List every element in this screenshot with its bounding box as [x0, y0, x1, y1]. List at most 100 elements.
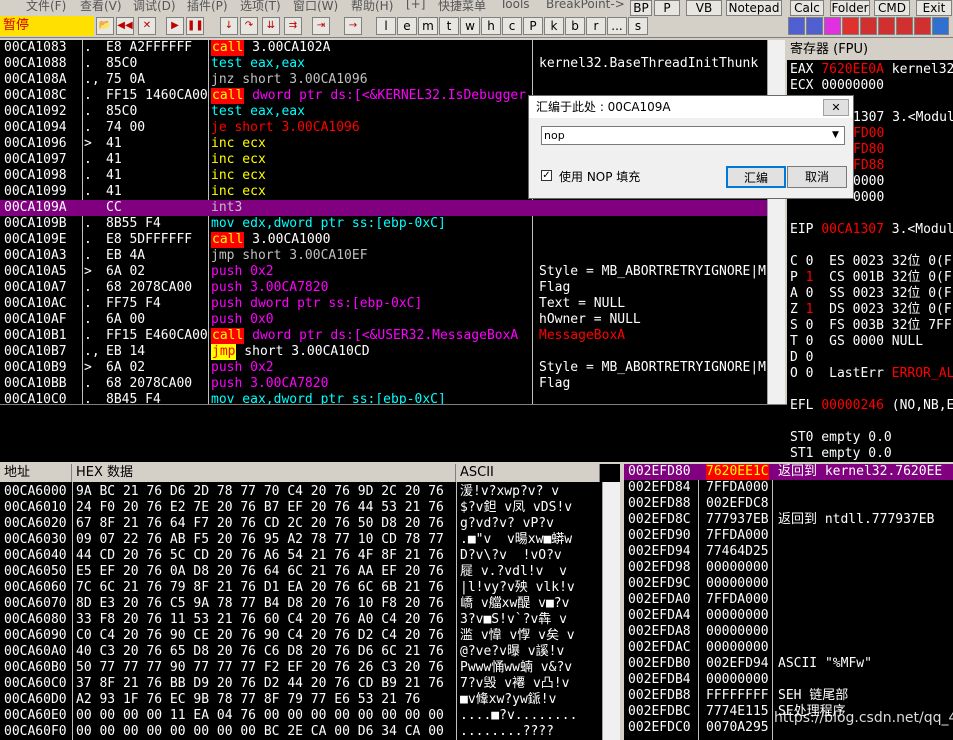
- hex-bytes[interactable]: 33 F8 20 76 11 53 21 76 60 C4 20 76 A0 C…: [76, 612, 444, 628]
- register-value[interactable]: 00000246: [821, 398, 884, 413]
- stack-value[interactable]: 00000000: [706, 560, 769, 576]
- register-line[interactable]: ST0 empty 0.0: [790, 430, 892, 446]
- register-line[interactable]: ECX 00000000: [790, 78, 884, 94]
- disasm-row[interactable]: 00CA109E. E8 5DFFFFFF call 3.00CA1000: [0, 232, 767, 248]
- goto-icon[interactable]: →: [344, 17, 362, 35]
- menu-item[interactable]: BreakPoint->: [546, 0, 625, 11]
- toolbar-letter-button[interactable]: k: [544, 17, 564, 35]
- menu-item[interactable]: 快捷菜单: [438, 0, 486, 14]
- disasm-row[interactable]: 00CA10B9 >6A 02 push 0x2 Style = MB_ABORTRE…: [0, 360, 767, 376]
- hex-header-ascii[interactable]: ASCII: [456, 464, 600, 482]
- hex-bytes[interactable]: 8D E3 20 76 C5 9A 78 77 B4 D8 20 76 10 F…: [76, 596, 444, 612]
- stack-value[interactable]: 77464D25: [706, 544, 769, 560]
- open-icon[interactable]: 📂: [96, 17, 114, 35]
- gear-icon[interactable]: [860, 17, 877, 35]
- assemble-button[interactable]: 汇编: [726, 166, 786, 188]
- execute-till-return-icon[interactable]: ⇥: [312, 17, 330, 35]
- hex-bytes[interactable]: 00 00 00 00 11 EA 04 76 00 00 00 00 00 0…: [76, 708, 444, 724]
- stack-row[interactable]: 002EFDC0 0070A295: [624, 720, 953, 736]
- A-icon[interactable]: [824, 17, 841, 35]
- toolbar-right-button[interactable]: Notepad: [726, 0, 782, 16]
- chevron-down-icon[interactable]: ▼: [828, 128, 843, 143]
- pause-icon[interactable]: ❚❚: [186, 17, 204, 35]
- hex-bytes[interactable]: 9A BC 21 76 D6 2D 78 77 70 C4 20 76 9D 2…: [76, 484, 444, 500]
- stack-value[interactable]: 002EFDC8: [706, 496, 769, 512]
- hex-bytes[interactable]: 00 00 00 00 00 00 00 00 BC 2E CA 00 D6 3…: [76, 724, 444, 740]
- stack-value[interactable]: 00000000: [706, 624, 769, 640]
- menu-item[interactable]: 文件(F): [26, 0, 66, 14]
- stack-row[interactable]: 002EFD98 00000000: [624, 560, 953, 576]
- toolbar-right-button[interactable]: Exit: [916, 0, 952, 16]
- hex-bytes[interactable]: 24 F0 20 76 E2 7E 20 76 B7 EF 20 76 44 5…: [76, 500, 444, 516]
- stack-row[interactable]: 002EFDA0 7FFDA000: [624, 592, 953, 608]
- stack-value[interactable]: 00000000: [706, 576, 769, 592]
- disasm-row[interactable]: 00CA109A CC int3: [0, 200, 767, 216]
- register-line[interactable]: A 0 SS 0023 32位 0(F: [790, 286, 952, 302]
- menu-item[interactable]: 调试(D): [133, 0, 176, 14]
- toolbar-letter-button[interactable]: m: [418, 17, 438, 35]
- hex-bytes[interactable]: 37 8F 21 76 BB D9 20 76 D2 44 20 76 CD B…: [76, 676, 444, 692]
- stack-row[interactable]: 002EFD8C 777937EB 返回到 ntdll.777937EB: [624, 512, 953, 528]
- stack-row[interactable]: 002EFDA4 00000000: [624, 608, 953, 624]
- trace-into-icon[interactable]: ⇊: [262, 17, 280, 35]
- hex-scrollbar[interactable]: [602, 482, 620, 740]
- stack-row[interactable]: 002EFD94 77464D25: [624, 544, 953, 560]
- stack-row[interactable]: 002EFD84 7FFDA000: [624, 480, 953, 496]
- stack-value[interactable]: 7FFDA000: [706, 480, 769, 496]
- stack-row[interactable]: 002EFDB8 FFFFFFFF SEH 链尾部: [624, 688, 953, 704]
- disasm-row[interactable]: 00CA10B7., EB 14 jmp short 3.00CA10CD: [0, 344, 767, 360]
- stack-row[interactable]: 002EFD80 7620EE1C 返回到 kernel32.7620EE: [624, 464, 953, 480]
- stack-row[interactable]: 002EFD90 7FFDA000: [624, 528, 953, 544]
- register-line[interactable]: T 0 GS 0000 NULL: [790, 334, 923, 350]
- register-line[interactable]: EIP 00CA1307 3.<Modul: [790, 222, 953, 238]
- disasm-row[interactable]: 00CA10B1. FF15 E460CA00 call dword ptr ds:…: [0, 328, 767, 344]
- hex-bytes[interactable]: 7C 6C 21 76 79 8F 21 76 D1 EA 20 76 6C 6…: [76, 580, 444, 596]
- menu-item[interactable]: 窗口(W): [293, 0, 338, 14]
- disasm-row[interactable]: 00CA10BB. 68 2078CA00 push 3.00CA7820 Flag: [0, 376, 767, 392]
- toolbar-right-button[interactable]: VB: [686, 0, 722, 16]
- disasm-row[interactable]: 00CA10A5 >6A 02 push 0x2 Style = MB_ABORTRE…: [0, 264, 767, 280]
- toolbar-letter-button[interactable]: s: [628, 17, 648, 35]
- toolbar-letter-button[interactable]: h: [481, 17, 501, 35]
- disasm-row[interactable]: 00CA10A3. EB 4A jmp short 3.00CA10EF: [0, 248, 767, 264]
- menu-item[interactable]: 插件(P): [187, 0, 228, 14]
- toolbar-letter-button[interactable]: r: [586, 17, 606, 35]
- cancel-button[interactable]: 取消: [787, 166, 847, 188]
- stack-value[interactable]: 7620EE1C: [706, 464, 769, 480]
- arrow-icon[interactable]: [806, 17, 823, 35]
- register-line[interactable]: P 1 CS 001B 32位 0(F: [790, 270, 952, 286]
- close-icon[interactable]: ✕: [138, 17, 156, 35]
- disasm-row[interactable]: 00CA109B. 8B55 F4 mov edx,dword ptr ss:[eb…: [0, 216, 767, 232]
- toolbar-letter-button[interactable]: c: [502, 17, 522, 35]
- assemble-dialog[interactable]: 汇编于此处 : 00CA109A ✕ nop ▼ ✓ 使用 NOP 填充 汇编 …: [528, 95, 854, 199]
- toolbar-right-button[interactable]: Calc: [790, 0, 824, 16]
- register-line[interactable]: Z 1 DS 0023 32位 0(F: [790, 302, 952, 318]
- assemble-input[interactable]: nop ▼: [541, 126, 845, 145]
- disasm-row[interactable]: 00CA108A., 75 0A jnz short 3.00CA1096: [0, 72, 767, 88]
- step-into-icon[interactable]: ↓: [220, 17, 238, 35]
- stack-value[interactable]: 00000000: [706, 608, 769, 624]
- disasm-row[interactable]: 00CA1083. E8 A2FFFFFF call 3.00CA102A: [0, 40, 767, 56]
- toolbar-letter-button[interactable]: w: [460, 17, 480, 35]
- arrow-icon[interactable]: [788, 17, 805, 35]
- stack-value[interactable]: 7FFDA000: [706, 528, 769, 544]
- rewind-icon[interactable]: ◀◀: [116, 17, 134, 35]
- register-value[interactable]: 00CA1307: [821, 222, 884, 237]
- run-icon[interactable]: ▶: [166, 17, 184, 35]
- stack-value[interactable]: 002EFD94: [706, 656, 769, 672]
- toolbar-letter-button[interactable]: t: [439, 17, 459, 35]
- close-button[interactable]: ✕: [823, 99, 849, 116]
- register-line[interactable]: O 0 LastErr ERROR_AL: [790, 366, 953, 382]
- stack-row[interactable]: 002EFD88 002EFDC8: [624, 496, 953, 512]
- tool-icon[interactable]: [932, 17, 949, 35]
- hex-bytes[interactable]: 44 CD 20 76 5C CD 20 76 A6 54 21 76 4F 8…: [76, 548, 444, 564]
- menu-item[interactable]: 帮助(H): [351, 0, 393, 14]
- hex-header-address[interactable]: 地址: [0, 464, 72, 482]
- toolbar-letter-button[interactable]: l: [376, 17, 396, 35]
- stack-value[interactable]: 7FFDA000: [706, 592, 769, 608]
- toolbar-right-button[interactable]: BP: [630, 0, 652, 16]
- menu-item[interactable]: Tools: [500, 0, 530, 11]
- register-value[interactable]: ERROR_AL: [892, 366, 953, 381]
- X-icon[interactable]: [914, 17, 931, 35]
- disasm-row[interactable]: 00CA10A7. 68 2078CA00 push 3.00CA7820 Flag: [0, 280, 767, 296]
